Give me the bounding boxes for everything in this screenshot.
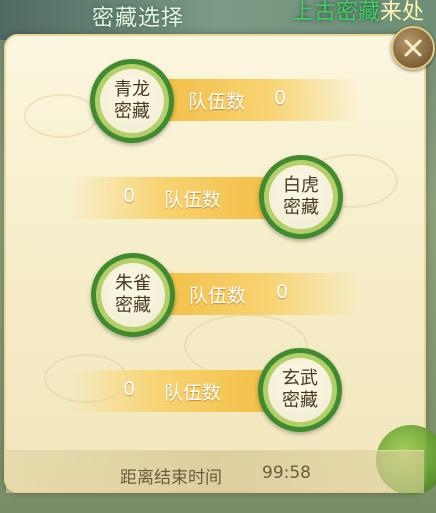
treasure-name: 青龙 密藏 xyxy=(100,69,164,133)
close-button[interactable] xyxy=(391,26,435,70)
team-count-label: 队伍数 xyxy=(189,285,247,307)
treasure-xuanwu-button[interactable]: 玄武 密藏 xyxy=(258,348,342,432)
team-count-bar-xuanwu: 0 队伍数 xyxy=(70,370,270,412)
treasure-name: 玄武 密藏 xyxy=(268,358,332,422)
countdown-time: 99:58 xyxy=(262,463,311,483)
team-count-bar-baihu: 0 队伍数 xyxy=(70,177,270,219)
team-count-bar-qinglong: 队伍数 0 xyxy=(160,79,360,121)
team-count-value: 0 xyxy=(276,281,289,303)
background-right-plain: 来处 xyxy=(380,0,425,25)
team-count-label: 队伍数 xyxy=(188,91,246,113)
close-icon xyxy=(404,39,422,57)
team-count-label: 队伍数 xyxy=(164,189,222,211)
team-count-value: 0 xyxy=(274,87,287,109)
team-count-value: 0 xyxy=(123,185,136,207)
team-count-bar-zhuque: 队伍数 0 xyxy=(160,273,360,315)
team-count-value: 0 xyxy=(123,378,136,400)
treasure-baihu-button[interactable]: 白虎 密藏 xyxy=(259,155,343,239)
background-right-text: 上古密藏来处 xyxy=(292,0,424,26)
countdown-footer: 距离结束时间 99:58 xyxy=(6,450,424,493)
background-title: 密藏选择 xyxy=(92,6,185,31)
team-count-label: 队伍数 xyxy=(164,382,222,404)
treasure-name: 白虎 密藏 xyxy=(269,165,333,229)
countdown-label: 距离结束时间 xyxy=(120,468,222,488)
treasure-zhuque-button[interactable]: 朱雀 密藏 xyxy=(91,253,175,337)
treasure-name: 朱雀 密藏 xyxy=(101,263,165,327)
cloud-decoration xyxy=(24,94,98,138)
background-right-highlight: 上古密藏 xyxy=(292,0,381,25)
treasure-qinglong-button[interactable]: 青龙 密藏 xyxy=(90,59,174,143)
